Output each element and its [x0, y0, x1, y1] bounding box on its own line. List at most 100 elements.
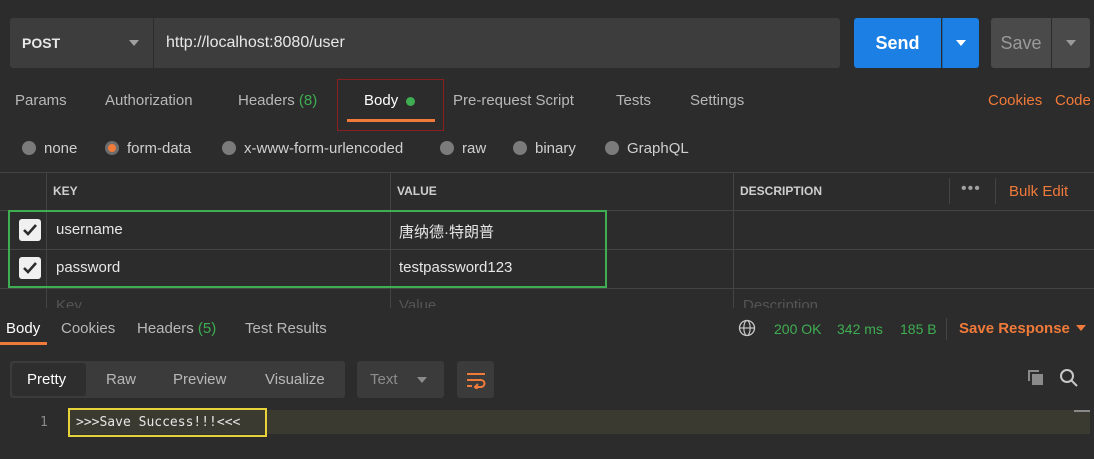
chevron-down-icon — [956, 40, 966, 46]
tab-headers-label: Headers — [238, 92, 295, 109]
table-border — [733, 172, 734, 308]
response-active-underline — [0, 342, 47, 345]
radio-graphql-label: GraphQL — [627, 139, 689, 157]
radio-binary-label: binary — [535, 139, 576, 157]
url-input[interactable]: http://localhost:8080/user — [154, 18, 840, 68]
radio-form-data[interactable]: form-data — [105, 138, 191, 158]
save-button[interactable]: Save — [991, 18, 1051, 68]
globe-icon[interactable] — [738, 319, 756, 341]
tab-body-label: Body — [364, 92, 399, 109]
code-link[interactable]: Code — [1055, 92, 1091, 109]
wrap-lines-button[interactable] — [457, 361, 494, 398]
response-tab-headers[interactable]: Headers (5) — [137, 320, 216, 337]
radio-graphql[interactable]: GraphQL — [605, 138, 689, 158]
table-border — [0, 172, 1094, 173]
view-raw-label: Raw — [106, 371, 137, 388]
view-pretty-label: Pretty — [27, 371, 67, 388]
radio-urlencoded-label: x-www-form-urlencoded — [244, 139, 404, 157]
table-border — [949, 178, 950, 204]
tab-prerequest-script[interactable]: Pre-request Script — [453, 92, 574, 112]
radio-raw-label: raw — [462, 139, 487, 157]
response-tab-test-results-label: Test Results — [245, 320, 327, 337]
save-label: Save — [1000, 32, 1042, 53]
format-select[interactable]: Text — [357, 361, 444, 398]
radio-urlencoded[interactable]: x-www-form-urlencoded — [222, 138, 403, 158]
tab-prerequest-label: Pre-request Script — [453, 92, 574, 109]
body-indicator-dot — [406, 97, 415, 106]
chevron-down-icon — [1066, 40, 1076, 46]
view-visualize-button[interactable]: Visualize — [265, 371, 325, 388]
response-size: 185 B — [900, 321, 937, 337]
bulk-edit-link[interactable]: Bulk Edit — [1009, 183, 1068, 200]
response-content: >>>Save Success!!!<<< — [76, 415, 241, 430]
cookies-link[interactable]: Cookies — [988, 92, 1042, 109]
radio-circle-icon — [222, 141, 236, 155]
view-raw-button[interactable]: Raw — [106, 371, 136, 388]
copy-icon[interactable] — [1026, 368, 1046, 392]
save-response-label: Save Response — [959, 320, 1070, 337]
status-code: 200 OK — [774, 321, 822, 337]
tab-headers[interactable]: Headers (8) — [238, 92, 317, 112]
active-tab-underline — [347, 119, 435, 122]
radio-circle-icon — [605, 141, 619, 155]
chevron-down-icon[interactable] — [1076, 325, 1086, 331]
send-button[interactable]: Send — [854, 18, 941, 68]
chevron-down-icon — [129, 40, 139, 46]
radio-circle-icon — [22, 141, 36, 155]
radio-none[interactable]: none — [22, 138, 77, 158]
tab-settings-label: Settings — [690, 92, 745, 109]
response-tab-cookies-label: Cookies — [61, 320, 116, 337]
tab-params[interactable]: Params — [15, 92, 67, 112]
save-response-button[interactable]: Save Response — [959, 320, 1070, 337]
rows-highlight-box — [8, 210, 607, 288]
method-label: POST — [22, 35, 61, 51]
url-value: http://localhost:8080/user — [166, 34, 345, 51]
radio-selected-icon — [105, 141, 119, 155]
divider — [946, 318, 947, 340]
tab-body[interactable]: Body — [364, 92, 398, 109]
response-tab-test-results[interactable]: Test Results — [245, 320, 327, 337]
response-headers-count-badge: (5) — [197, 320, 217, 337]
table-border — [0, 288, 1094, 289]
column-header-value: VALUE — [397, 184, 437, 198]
cookies-link-label: Cookies — [988, 92, 1043, 109]
line-number: 1 — [40, 415, 48, 430]
response-body-text: >>>Save Success!!!<<< — [68, 408, 267, 437]
code-link-label: Code — [1055, 92, 1091, 109]
view-preview-label: Preview — [173, 371, 227, 388]
response-tab-body[interactable]: Body — [6, 320, 40, 337]
tab-authorization[interactable]: Authorization — [105, 92, 193, 112]
bulk-edit-label: Bulk Edit — [1009, 183, 1069, 200]
column-header-description: DESCRIPTION — [740, 184, 823, 198]
tab-tests-label: Tests — [616, 92, 652, 109]
column-header-key: KEY — [53, 184, 78, 198]
radio-none-label: none — [44, 139, 78, 157]
format-select-value: Text — [370, 371, 398, 388]
scrollbar[interactable] — [1074, 410, 1090, 412]
send-options-button[interactable] — [942, 18, 979, 68]
view-pretty-button[interactable]: Pretty — [27, 371, 66, 388]
tab-tests[interactable]: Tests — [616, 92, 651, 112]
radio-raw[interactable]: raw — [440, 138, 486, 158]
table-border — [995, 178, 996, 204]
view-visualize-label: Visualize — [265, 371, 325, 388]
headers-count-badge: (8) — [298, 92, 318, 109]
tab-authorization-label: Authorization — [105, 92, 193, 109]
radio-form-data-label: form-data — [127, 139, 192, 157]
radio-circle-icon — [513, 141, 527, 155]
radio-circle-icon — [440, 141, 454, 155]
search-icon[interactable] — [1059, 368, 1079, 392]
send-label: Send — [875, 32, 920, 53]
tab-params-label: Params — [15, 92, 67, 109]
view-preview-button[interactable]: Preview — [173, 371, 226, 388]
radio-binary[interactable]: binary — [513, 138, 576, 158]
save-options-button[interactable] — [1052, 18, 1090, 68]
wrap-lines-icon — [466, 372, 485, 389]
method-select[interactable]: POST — [10, 18, 153, 68]
response-tab-cookies[interactable]: Cookies — [61, 320, 115, 337]
tab-settings[interactable]: Settings — [690, 92, 744, 112]
response-time: 342 ms — [837, 321, 883, 337]
more-options-icon[interactable]: ••• — [961, 180, 981, 198]
chevron-down-icon — [417, 377, 427, 383]
response-tab-headers-label: Headers — [137, 320, 194, 337]
